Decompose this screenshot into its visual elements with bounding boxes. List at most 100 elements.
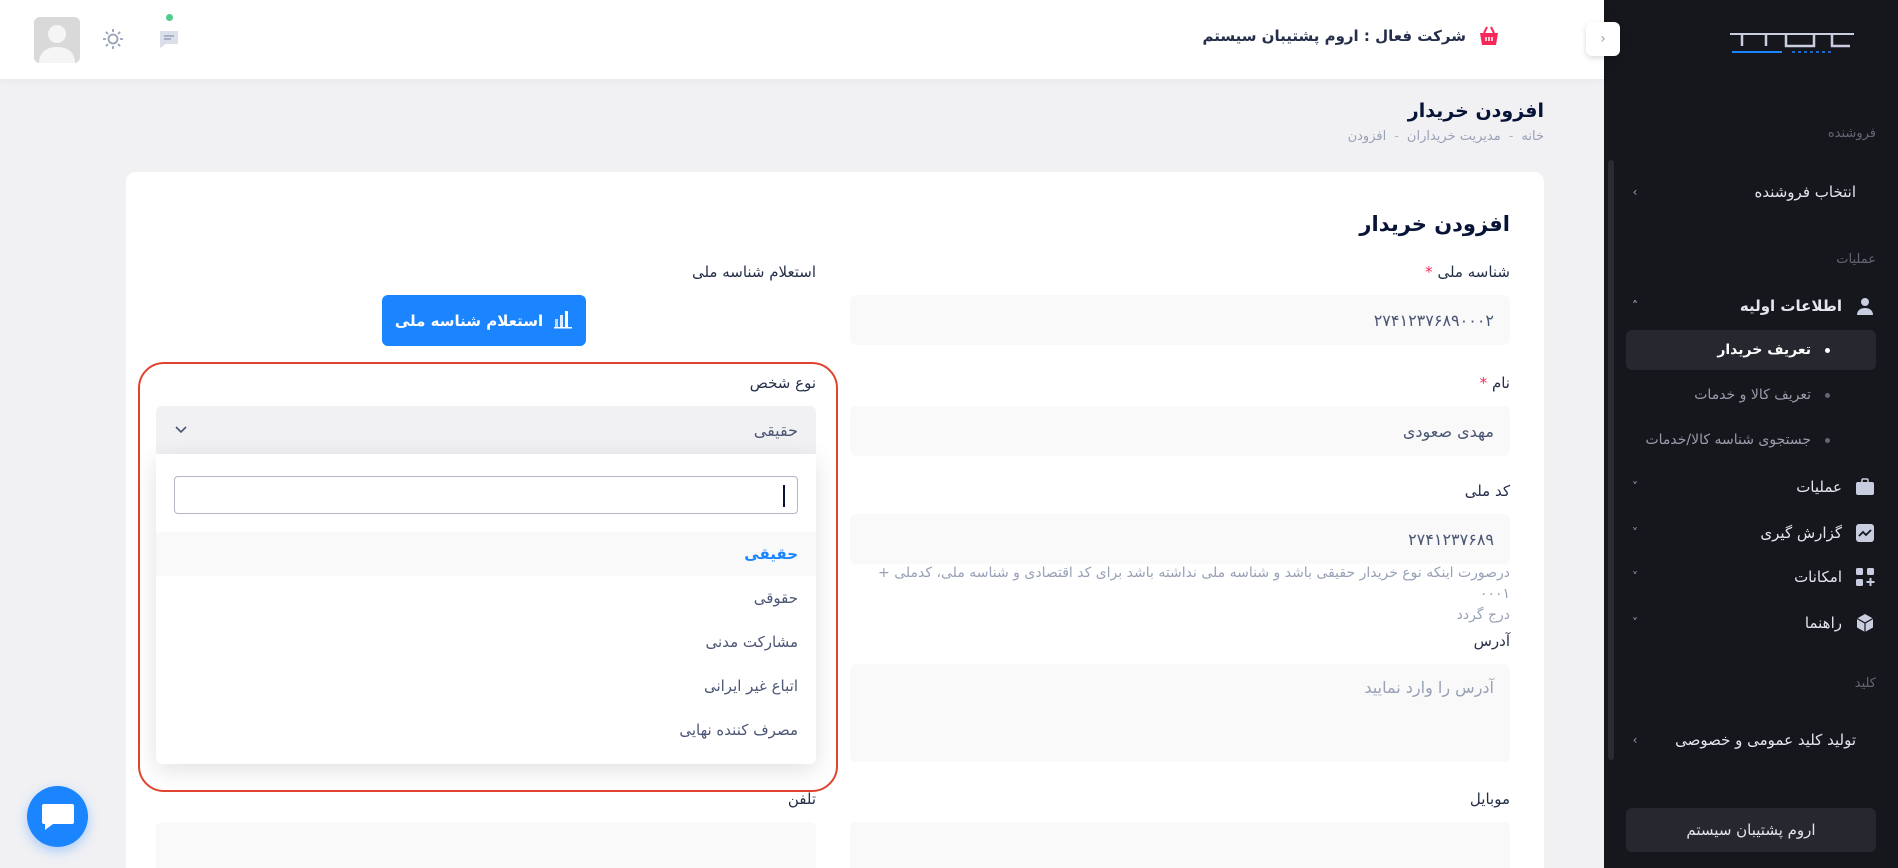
address-textarea[interactable]: آدرس را وارد نمایید (850, 664, 1510, 762)
sidebar-subitem-label: تعریف کالا و خدمات (1694, 387, 1811, 403)
page-title: افزودن خریدار (1407, 100, 1544, 122)
sidebar-item-label: انتخاب فروشنده (1754, 183, 1856, 201)
sidebar-subitem-search-goods-id[interactable]: جستجوی شناسه کالا/خدمات (1626, 420, 1876, 460)
sidebar-scrollbar[interactable] (1608, 160, 1614, 760)
dropdown-search-input[interactable] (174, 476, 798, 514)
chat-button[interactable] (27, 786, 88, 847)
chevron-down-icon: ˅ (1632, 616, 1638, 630)
sidebar-section-operations: عملیات (1836, 252, 1876, 267)
sidebar-item-label: گزارش گیری (1760, 524, 1842, 542)
text-caret (783, 485, 785, 507)
sidebar-item-reporting[interactable]: گزارش گیری ˅ (1626, 513, 1876, 553)
mobile-input[interactable] (850, 822, 1510, 868)
chevron-down-icon: ˅ (1632, 526, 1638, 540)
sidebar-item-keygen[interactable]: تولید کلید عمومی و خصوصی › (1626, 720, 1876, 760)
sidebar-item-label: اطلاعات اولیه (1739, 297, 1842, 315)
address-label: آدرس (1473, 632, 1510, 650)
message-icon (160, 31, 178, 48)
online-status-dot (166, 14, 173, 21)
sidebar-item-guide[interactable]: راهنما ˅ (1626, 603, 1876, 643)
user-icon (1854, 295, 1876, 317)
card-title: افزودن خریدار (1359, 212, 1510, 236)
basket-icon (1478, 25, 1500, 47)
sidebar-item-label: عملیات (1796, 478, 1842, 496)
person-type-selected-value: حقیقی (753, 420, 798, 440)
sidebar-item-features[interactable]: امکانات ˅ (1626, 557, 1876, 597)
national-code-hint: درصورت اینکه نوع خریدار حقیقی باشد و شنا… (850, 563, 1510, 626)
sidebar-subitem-label: تعریف خریدار (1717, 342, 1811, 358)
chevron-down-icon (174, 421, 188, 440)
top-header: شرکت فعال : اروم پشتیبان سیستم (0, 0, 1604, 79)
person-type-label: نوع شخص (749, 374, 816, 392)
chart-icon (1854, 522, 1876, 544)
logo-icon (1730, 33, 1854, 53)
active-company[interactable]: شرکت فعال : اروم پشتیبان سیستم (1202, 25, 1500, 47)
hint-line-2: درج گردد (1456, 607, 1510, 623)
bullet-icon (1825, 437, 1830, 443)
chevron-left-icon: ‹ (1600, 31, 1606, 47)
phone-label: تلفن (787, 790, 816, 808)
breadcrumb-separator: - (1394, 129, 1399, 144)
national-id-label: شناسه ملی * (1425, 263, 1510, 281)
sidebar-item-basic-info[interactable]: اطلاعات اولیه ˄ (1626, 286, 1876, 326)
chat-icon (41, 803, 74, 830)
sidebar-subitem-define-goods[interactable]: تعریف کالا و خدمات (1626, 375, 1876, 415)
dropdown-option[interactable]: حقیقی (156, 532, 816, 576)
sidebar-subitem-define-buyer[interactable]: تعریف خریدار (1626, 330, 1876, 370)
national-code-input[interactable]: ۲۷۴۱۲۳۷۶۸۹ (850, 514, 1510, 564)
sidebar-item-operations[interactable]: عملیات ˅ (1626, 467, 1876, 507)
app-logo[interactable] (1722, 22, 1862, 58)
sidebar-item-select-seller[interactable]: انتخاب فروشنده › (1626, 172, 1876, 212)
dropdown-option[interactable]: مشارکت مدنی (156, 620, 816, 664)
person-type-dropdown: حقیقی حقوقی مشارکت مدنی اتباع غیر ایرانی… (156, 454, 816, 764)
briefcase-icon (1854, 476, 1876, 498)
national-id-inquiry-button[interactable]: استعلام شناسه ملی (382, 295, 586, 346)
chevron-down-icon: ˅ (1632, 480, 1638, 494)
name-label-text: نام (1491, 374, 1510, 392)
sidebar-item-label: تولید کلید عمومی و خصوصی (1675, 731, 1856, 749)
inquiry-button-label: استعلام شناسه ملی (394, 311, 544, 330)
sidebar-company-button[interactable]: اروم پشتیبان سیستم (1626, 808, 1876, 852)
bullet-icon (1825, 392, 1830, 398)
name-label: نام * (1480, 374, 1510, 392)
name-input[interactable]: مهدی صعودی (850, 406, 1510, 456)
dropdown-option[interactable]: اتباع غیر ایرانی (156, 664, 816, 708)
sidebar-toggle-button[interactable]: ‹ (1586, 22, 1620, 56)
avatar-icon (34, 17, 80, 63)
hint-line-1: درصورت اینکه نوع خریدار حقیقی باشد و شنا… (878, 565, 1510, 602)
required-mark: * (1479, 374, 1488, 392)
user-avatar[interactable] (34, 17, 80, 63)
person-type-select[interactable]: حقیقی (156, 406, 816, 454)
national-code-label: کد ملی (1464, 482, 1510, 500)
sidebar-item-label: راهنما (1804, 614, 1842, 632)
inquiry-label: استعلام شناسه ملی (691, 263, 816, 281)
mobile-label: موبایل (1469, 790, 1510, 808)
chevron-down-icon: ˅ (1632, 570, 1638, 584)
breadcrumb-current: افزودن (1347, 129, 1387, 144)
breadcrumb-home[interactable]: خانه (1521, 129, 1544, 144)
cube-icon (1854, 612, 1876, 634)
apps-add-icon (1854, 566, 1876, 588)
messages-button[interactable] (156, 26, 182, 52)
dropdown-option[interactable]: حقوقی (156, 576, 816, 620)
sidebar: ‹ فروشنده انتخاب فروشنده › عملیات اطلاعا… (1586, 0, 1898, 868)
chevron-right-icon: › (1632, 185, 1638, 199)
breadcrumb-separator: - (1508, 129, 1514, 144)
bullet-icon (1825, 347, 1830, 353)
add-buyer-card: افزودن خریدار شناسه ملی * ۲۷۴۱۲۳۷۶۸۹۰۰۰۲… (126, 172, 1544, 868)
sidebar-section-seller: فروشنده (1827, 126, 1876, 141)
active-company-label: شرکت فعال : اروم پشتیبان سیستم (1202, 27, 1466, 45)
sidebar-item-label: امکانات (1794, 568, 1842, 586)
chevron-right-icon: › (1632, 733, 1638, 747)
theme-toggle-button[interactable] (100, 26, 126, 52)
bar-chart-icon (553, 309, 573, 333)
sun-icon (103, 29, 123, 49)
national-id-label-text: شناسه ملی (1437, 263, 1510, 281)
breadcrumb-buyers[interactable]: مدیریت خریداران (1407, 129, 1501, 144)
dropdown-option[interactable]: مصرف کننده نهایی (156, 708, 816, 752)
national-id-input[interactable]: ۲۷۴۱۲۳۷۶۸۹۰۰۰۲ (850, 295, 1510, 345)
sidebar-subitem-label: جستجوی شناسه کالا/خدمات (1645, 432, 1811, 448)
breadcrumb: خانه - مدیریت خریداران - افزودن (1348, 129, 1544, 144)
phone-input[interactable] (156, 822, 816, 868)
sidebar-section-key: کلید (1854, 676, 1876, 691)
